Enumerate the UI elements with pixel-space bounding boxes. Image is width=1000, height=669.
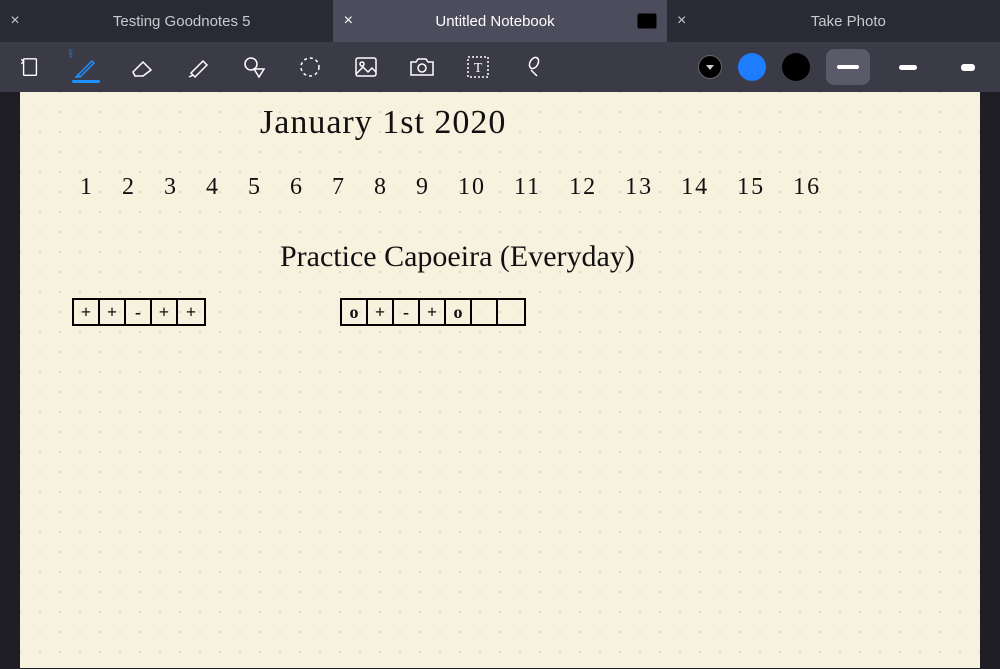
tab-testing-goodnotes[interactable]: × Testing Goodnotes 5 xyxy=(0,0,333,42)
note-number: 8 xyxy=(374,174,388,201)
toolbar: ᛒ T xyxy=(0,42,1000,92)
color-swatch-blue[interactable] xyxy=(738,53,766,81)
stroke-thin[interactable] xyxy=(826,49,870,85)
tracker-cell: + xyxy=(152,300,178,324)
tab-title: Testing Goodnotes 5 xyxy=(30,13,333,30)
link-tool[interactable] xyxy=(514,47,554,87)
note-number: 13 xyxy=(625,174,653,201)
eraser-tool[interactable] xyxy=(122,47,162,87)
tab-untitled-notebook[interactable]: × Untitled Notebook xyxy=(333,0,666,42)
tracker-cell: + xyxy=(420,300,446,324)
note-number: 2 xyxy=(122,174,136,201)
tracker-row-1: ++-++ xyxy=(72,298,206,326)
note-number: 7 xyxy=(332,174,346,201)
page-nav-button[interactable] xyxy=(10,47,50,87)
camera-tool[interactable] xyxy=(402,47,442,87)
note-number: 14 xyxy=(681,174,709,201)
image-tool[interactable] xyxy=(346,47,386,87)
tracker-cell: + xyxy=(178,300,204,324)
note-number: 16 xyxy=(793,174,821,201)
color-dropdown[interactable] xyxy=(698,55,722,79)
note-number: 4 xyxy=(206,174,220,201)
tracker-cell xyxy=(498,300,524,324)
note-page[interactable]: January 1st 2020 12345678910111213141516… xyxy=(20,92,980,668)
tab-title: Untitled Notebook xyxy=(363,13,626,30)
note-number: 10 xyxy=(458,174,486,201)
canvas-stage: January 1st 2020 12345678910111213141516… xyxy=(0,92,1000,669)
note-number: 15 xyxy=(737,174,765,201)
shape-tool[interactable] xyxy=(234,47,274,87)
tracker-cell: + xyxy=(100,300,126,324)
tracker-cell: - xyxy=(394,300,420,324)
stroke-medium[interactable] xyxy=(886,49,930,85)
note-subtitle: Practice Capoeira (Everyday) xyxy=(280,240,635,274)
close-icon[interactable]: × xyxy=(667,0,697,42)
tab-bar: × Testing Goodnotes 5 × Untitled Noteboo… xyxy=(0,0,1000,42)
close-icon[interactable]: × xyxy=(0,0,30,42)
text-tool[interactable]: T xyxy=(458,47,498,87)
tracker-cell: - xyxy=(126,300,152,324)
tracker-cell: o xyxy=(446,300,472,324)
close-icon[interactable]: × xyxy=(333,0,363,42)
bluetooth-icon: ᛒ xyxy=(68,49,74,60)
tab-take-photo[interactable]: × Take Photo xyxy=(667,0,1000,42)
note-number: 5 xyxy=(248,174,262,201)
tracker-cell: o xyxy=(342,300,368,324)
tracker-row-2: o+-+o xyxy=(340,298,526,326)
note-number: 3 xyxy=(164,174,178,201)
note-number: 11 xyxy=(514,174,541,201)
stroke-thick[interactable] xyxy=(946,49,990,85)
tab-title: Take Photo xyxy=(697,13,1000,30)
note-number-row: 12345678910111213141516 xyxy=(80,174,821,201)
svg-text:T: T xyxy=(474,61,483,76)
split-view-icon[interactable] xyxy=(627,13,667,29)
tracker-cell: + xyxy=(368,300,394,324)
note-number: 6 xyxy=(290,174,304,201)
pen-tool[interactable]: ᛒ xyxy=(66,47,106,87)
tracker-cell xyxy=(472,300,498,324)
lasso-tool[interactable] xyxy=(290,47,330,87)
note-number: 9 xyxy=(416,174,430,201)
note-number: 12 xyxy=(569,174,597,201)
color-swatch-black[interactable] xyxy=(782,53,810,81)
tracker-cell: + xyxy=(74,300,100,324)
note-number: 1 xyxy=(80,174,94,201)
note-title: January 1st 2020 xyxy=(260,104,506,142)
highlighter-tool[interactable] xyxy=(178,47,218,87)
